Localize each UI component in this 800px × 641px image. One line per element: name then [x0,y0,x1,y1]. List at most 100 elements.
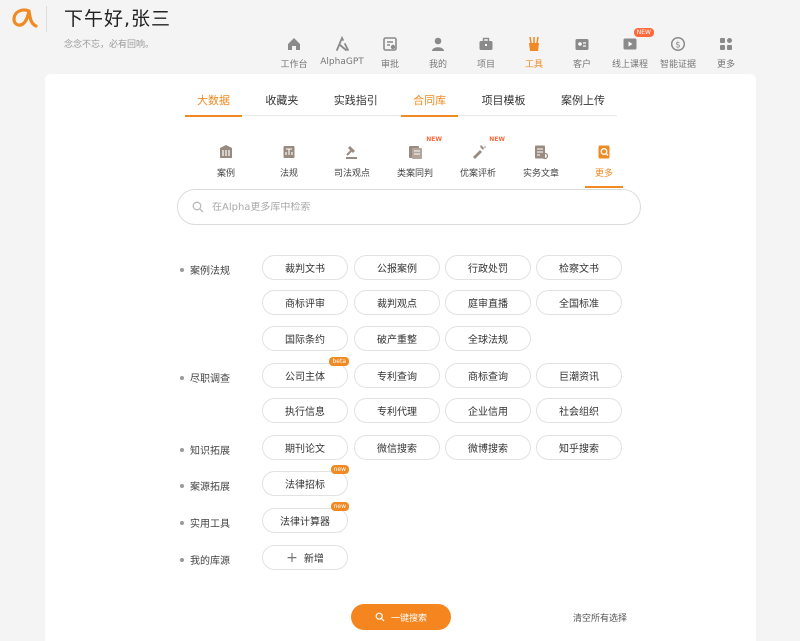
chip-option[interactable]: 检察文书 [536,255,622,280]
case-review-icon [473,145,486,159]
new-badge: new [330,502,349,511]
chip-label: 公司主体 [285,372,325,383]
subtab-case-review[interactable]: NEW 优案评析 [447,136,509,184]
search-icon [375,612,385,622]
subtab-judicial-view[interactable]: 司法观点 [321,144,383,184]
chip-option[interactable]: 裁判文书 [262,255,348,280]
category-text: 我的库源 [190,556,230,567]
new-tag: NEW [426,136,442,143]
user-icon [432,37,444,51]
chip-option[interactable]: 社会组织 [536,398,622,423]
svg-text:$: $ [675,40,680,50]
chip-label: 新增 [303,554,324,565]
chip-option[interactable]: 巨潮资讯 [536,363,622,388]
nav-tools[interactable]: 工具 [510,34,558,76]
chip-label: 法律计算器 [280,517,330,528]
chip-option[interactable]: 企业信用 [445,398,531,423]
chip-option[interactable]: 期刊论文 [262,435,348,460]
chip-option[interactable]: 全国标准 [536,290,622,315]
chip-option[interactable]: 商标查询 [445,363,531,388]
chip-option[interactable]: 国际条约 [262,326,348,351]
bullet-dot [180,375,184,380]
category-label: 知识拓展 [180,442,230,457]
tab-project-templates[interactable]: 项目模板 [470,86,538,116]
one-click-search-button[interactable]: 一键搜索 [351,604,451,630]
new-tag: NEW [489,136,505,143]
subtab-label: 更多 [594,169,613,179]
nav-approval[interactable]: 审批 [366,34,414,74]
tab-big-data[interactable]: 大数据 [185,86,242,117]
category-text: 实用工具 [190,519,230,530]
bullet-dot [180,447,184,452]
tab-contract-library[interactable]: 合同库 [401,86,459,117]
subtab-label: 司法观点 [333,169,370,179]
nav-project[interactable]: 项目 [462,34,510,74]
chip-option[interactable]: 公司主体 beta [262,357,349,388]
nav-mine[interactable]: 我的 [414,34,462,74]
tab-case-upload[interactable]: 案例上传 [549,86,617,116]
chip-option[interactable]: 裁判观点 [354,290,440,315]
nav-online-course[interactable]: NEW 线上课程 [606,28,654,74]
gavel-icon [346,146,357,159]
search-input[interactable] [212,201,632,213]
clear-all-selection-link[interactable]: 清空所有选择 [573,611,627,624]
chip-option[interactable]: 商标评审 [262,290,348,315]
similar-case-icon [409,146,422,159]
chip-option[interactable]: 微信搜索 [354,435,440,460]
regulation-icon [283,146,295,158]
nav-more[interactable]: 更多 [702,34,750,74]
nav-label: 更多 [716,60,735,70]
category-label: 我的库源 [180,552,230,567]
grid-more-icon [720,38,732,50]
bullet-dot [180,483,184,488]
chip-option[interactable]: 知乎搜索 [536,435,622,460]
top-nav: 工作台 AlphaGPT 审批 我的 项目 工具 客户 NEW 线上课程 $ 智… [270,28,750,76]
nav-label: 智能证据 [659,60,696,70]
search-bar [177,189,641,225]
category-text: 案源拓展 [190,482,230,493]
chip-option[interactable]: 专利查询 [354,363,440,388]
nav-label: 工具 [524,60,543,70]
new-badge: new [330,465,349,474]
chip-option[interactable]: 法律计算器 new [262,502,349,533]
category-label: 案源拓展 [180,478,230,493]
subtab-regulation[interactable]: 法规 [258,144,320,184]
subtab-case[interactable]: 案例 [195,144,257,184]
beta-badge: beta [329,357,349,366]
smart-evidence-icon: $ [670,36,686,52]
more-doc-icon [598,145,610,159]
chip-option[interactable]: 全球法规 [445,326,531,351]
briefcase-icon [479,37,493,50]
nav-alphagpt[interactable]: AlphaGPT [318,34,366,74]
chip-option[interactable]: 庭审直播 [445,290,531,315]
article-icon [535,145,549,160]
chip-option[interactable]: 破产重整 [354,326,440,351]
chip-option[interactable]: 公报案例 [354,255,440,280]
alpha-logo [12,8,38,28]
category-label: 实用工具 [180,515,230,530]
online-course-icon [623,38,637,50]
main-card: 大数据 收藏夹 实践指引 合同库 项目模板 案例上传 案例 法规 司法观点 NE… [45,74,756,641]
chip-option[interactable]: 微博搜索 [445,435,531,460]
subtab-label: 案例 [216,169,235,179]
nav-workbench[interactable]: 工作台 [270,34,318,74]
subtab-practice-article[interactable]: 实务文章 [510,144,572,184]
chip-option[interactable]: 法律招标 new [262,465,349,496]
subtab-similar-case[interactable]: NEW 类案同判 [384,136,446,184]
approval-icon [383,37,397,51]
tab-favorites[interactable]: 收藏夹 [253,86,310,116]
nav-smart-evidence[interactable]: $ 智能证据 [654,34,702,74]
nav-label: 线上课程 [611,60,648,70]
chip-option[interactable]: 行政处罚 [445,255,531,280]
library-tabs: 大数据 收藏夹 实践指引 合同库 项目模板 案例上传 [185,86,617,117]
subtab-more[interactable]: 更多 [573,144,635,188]
chip-option[interactable]: 专利代理 [354,398,440,423]
chip-option[interactable]: 执行信息 [262,398,348,423]
add-source-button[interactable]: + 新增 [262,545,348,570]
plus-icon: + [286,549,298,566]
category-text: 知识拓展 [190,446,230,457]
tab-practice-guide[interactable]: 实践指引 [322,86,390,116]
category-label: 案例法规 [180,262,230,277]
button-label: 一键搜索 [390,613,427,624]
nav-client[interactable]: 客户 [558,34,606,74]
